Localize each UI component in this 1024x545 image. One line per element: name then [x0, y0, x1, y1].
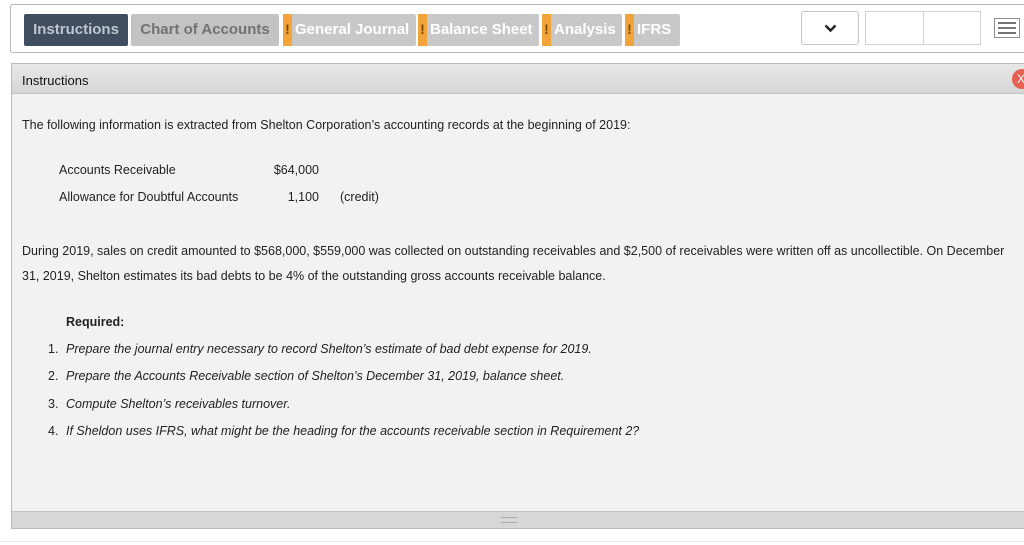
item-number: 4. [48, 424, 59, 438]
tab-ifrs[interactable]: ! IFRS [625, 14, 680, 46]
item-number: 1. [48, 342, 59, 356]
item-text: Prepare the Accounts Receivable section … [66, 369, 565, 383]
item-number: 2. [48, 369, 59, 383]
item-text: Compute Shelton’s receivables turnover. [66, 397, 291, 411]
tab-balance-sheet[interactable]: ! Balance Sheet [418, 14, 539, 46]
warning-flag-icon: ! [625, 14, 634, 46]
item-text: If Sheldon uses IFRS, what might be the … [66, 424, 640, 438]
tab-label: Balance Sheet [430, 21, 533, 38]
prev-nav-button[interactable] [865, 11, 924, 45]
tab-instructions[interactable]: Instructions [24, 14, 128, 46]
resize-grip-icon[interactable] [501, 517, 517, 523]
required-item: 4. If Sheldon uses IFRS, what might be th… [48, 424, 639, 438]
item-number: 3. [48, 397, 59, 411]
required-item: 2. Prepare the Accounts Receivable sectio… [48, 369, 564, 383]
panel-footer [12, 511, 1024, 528]
required-item: 3. Compute Shelton’s receivables turnover… [48, 397, 290, 411]
tab-label: Analysis [554, 21, 616, 38]
hamburger-menu-icon[interactable] [994, 18, 1020, 38]
warning-flag-icon: ! [283, 14, 292, 46]
panel-title: Instructions [22, 73, 89, 88]
tab-analysis[interactable]: ! Analysis [542, 14, 622, 46]
panel-header: Instructions X [12, 64, 1024, 94]
tab-label: General Journal [295, 21, 410, 38]
divider [0, 541, 1024, 542]
account-amount: 1,100 [287, 190, 319, 204]
account-amount: $64,000 [273, 163, 319, 177]
intro-text: The following information is extracted f… [22, 118, 631, 132]
tab-chart-of-accounts[interactable]: Chart of Accounts [131, 14, 279, 46]
account-label: Allowance for Doubtful Accounts [59, 190, 239, 204]
required-heading: Required: [66, 315, 125, 329]
tab-dropdown-button[interactable] [801, 11, 859, 45]
account-label: Accounts Receivable [59, 163, 176, 177]
next-nav-button[interactable] [923, 11, 981, 45]
warning-flag-icon: ! [542, 14, 551, 46]
item-text: Prepare the journal entry necessary to r… [66, 342, 592, 356]
chevron-down-icon [824, 24, 837, 33]
tab-label: IFRS [637, 21, 672, 38]
warning-flag-icon: ! [418, 14, 427, 46]
scenario-paragraph: During 2019, sales on credit amounted to… [22, 244, 1005, 283]
close-icon[interactable]: X [1012, 69, 1024, 89]
required-item: 1. Prepare the journal entry necessary to… [48, 342, 592, 356]
tab-bar: Instructions Chart of Accounts ! General… [10, 4, 1024, 53]
instructions-panel: Instructions X The following information… [11, 63, 1024, 529]
tab-general-journal[interactable]: ! General Journal [283, 14, 416, 46]
account-note: (credit) [340, 190, 379, 204]
